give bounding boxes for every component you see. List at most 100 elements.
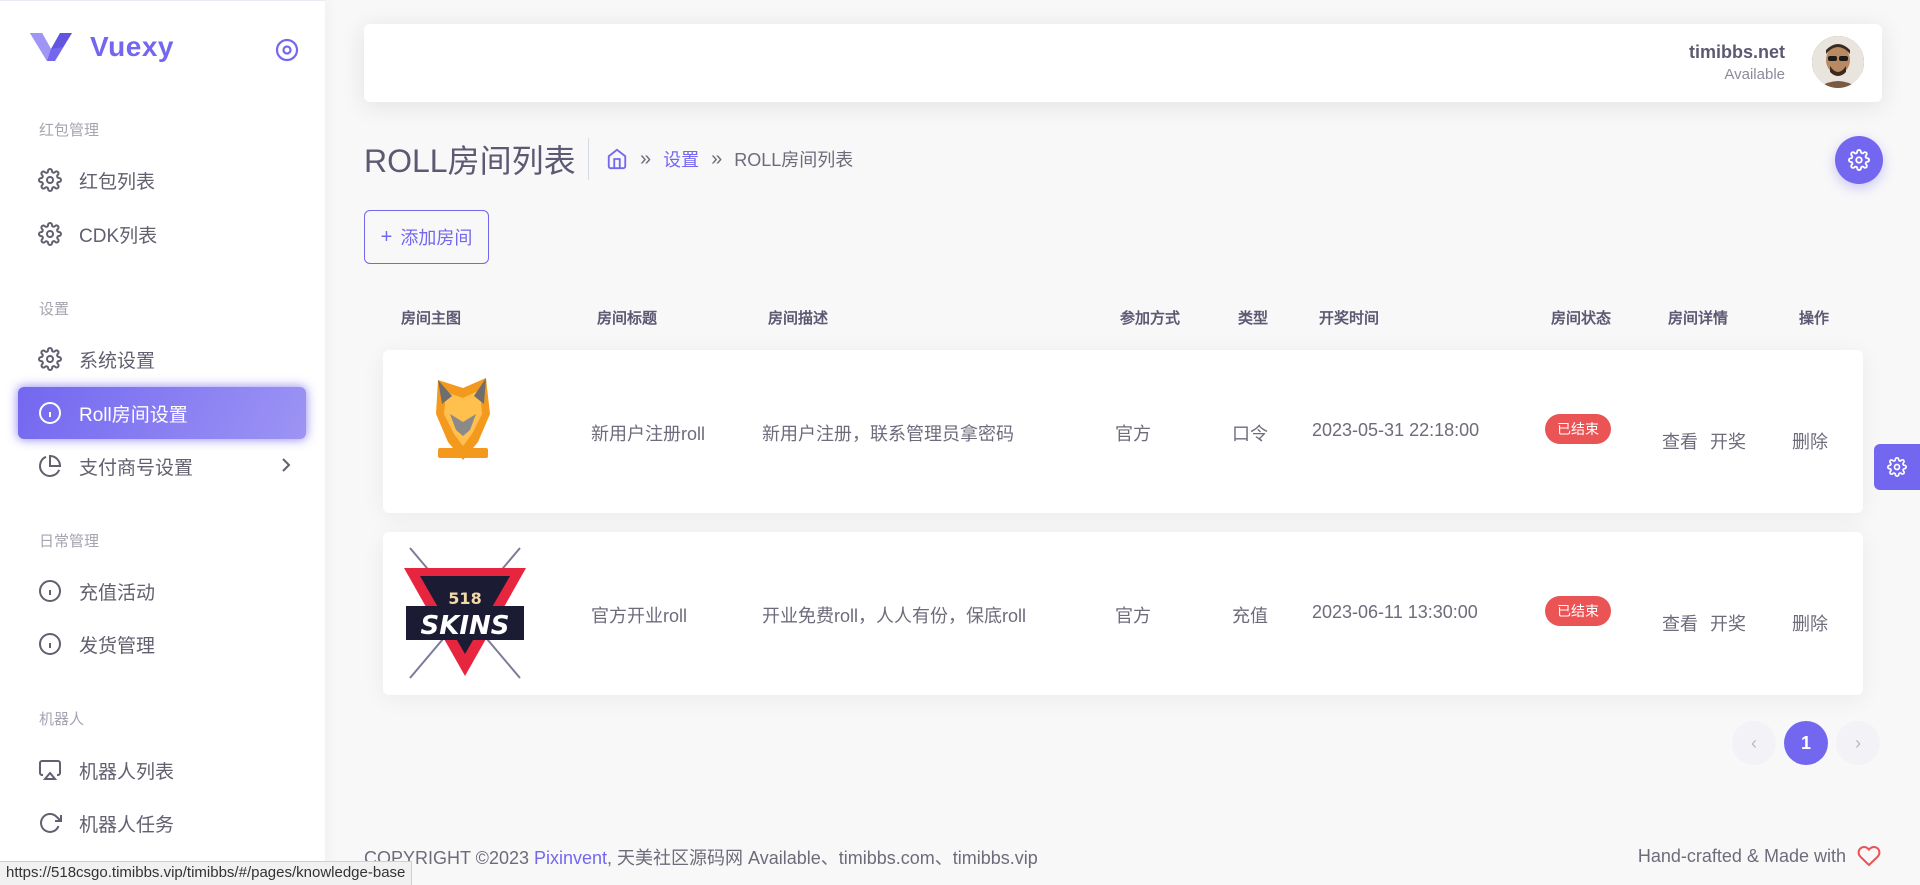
- settings-button[interactable]: [1835, 136, 1883, 184]
- sidebar-item-robot-task[interactable]: 机器人任务: [18, 797, 306, 849]
- brand-name: Vuexy: [90, 31, 174, 62]
- page-title: ROLL房间列表: [364, 143, 576, 179]
- nav-header-settings: 设置: [39, 301, 70, 318]
- nav-header-redpacket: 红包管理: [39, 122, 100, 139]
- pagination-page-1[interactable]: 1: [1784, 721, 1828, 765]
- sidebar-item-label: 机器人任务: [79, 814, 175, 836]
- gear-icon: [37, 221, 63, 247]
- th-room-status: 房间状态: [1551, 310, 1612, 327]
- logo-text-skins: SKINS: [420, 611, 509, 641]
- sidebar-item-roll-room-settings[interactable]: Roll房间设置: [18, 387, 306, 439]
- vuexy-logo-icon: [30, 33, 72, 61]
- brand[interactable]: Vuexy: [28, 29, 174, 65]
- breadcrumb: » 设置 » ROLL房间列表: [606, 146, 853, 172]
- sidebar-item-recharge-activity[interactable]: 充值活动: [18, 565, 306, 617]
- sidebar-item-label: 充值活动: [79, 582, 156, 604]
- info-icon: [37, 578, 63, 604]
- logo-text-518: 518: [448, 589, 481, 608]
- th-room-details: 房间详情: [1668, 310, 1729, 327]
- sidebar-item-label: 发货管理: [79, 635, 156, 657]
- user-status: Available: [1724, 66, 1785, 83]
- airplay-icon: [37, 757, 63, 783]
- room-desc: 新用户注册，联系管理员拿密码: [762, 424, 1014, 444]
- sidebar-item-shipping[interactable]: 发货管理: [18, 618, 306, 670]
- nav-header-daily: 日常管理: [39, 533, 100, 550]
- pagination-prev[interactable]: ‹: [1732, 721, 1776, 765]
- user-name[interactable]: timibbs.net: [1689, 42, 1785, 63]
- sidebar-item-system-settings[interactable]: 系统设置: [18, 333, 306, 385]
- sidebar-item-label: CDK列表: [79, 225, 158, 247]
- sidebar-item-label: 红包列表: [79, 171, 156, 193]
- sidebar: Vuexy 红包管理 红包列表 CDK列表 设置 系统设置 Roll房间设置 支…: [0, 0, 325, 885]
- sidebar-item-label: 支付商号设置: [79, 457, 194, 479]
- th-join-method: 参加方式: [1120, 310, 1181, 327]
- th-actions: 操作: [1799, 310, 1830, 327]
- table-row: 新用户注册roll 新用户注册，联系管理员拿密码 官方 口令 2023-05-3…: [383, 350, 1863, 513]
- th-draw-time: 开奖时间: [1319, 310, 1380, 327]
- th-room-title: 房间标题: [597, 310, 658, 327]
- room-thumbnail-518skins: 518 SKINS: [404, 547, 526, 679]
- draw-link[interactable]: 开奖: [1710, 610, 1746, 636]
- breadcrumb-current: ROLL房间列表: [734, 150, 854, 170]
- sidebar-item-cdk-list[interactable]: CDK列表: [18, 208, 306, 260]
- gear-icon: [37, 346, 63, 372]
- sidebar-item-robot-list[interactable]: 机器人列表: [18, 744, 306, 796]
- customizer-toggle[interactable]: [1874, 444, 1920, 490]
- top-navbar: timibbs.net Available: [364, 24, 1882, 102]
- refresh-icon: [37, 810, 63, 836]
- breadcrumb-separator: »: [711, 147, 723, 170]
- pie-chart-icon: [37, 453, 63, 479]
- sidebar-item-redpacket-list[interactable]: 红包列表: [18, 154, 306, 206]
- sidebar-item-label: Roll房间设置: [79, 404, 188, 426]
- avatar[interactable]: [1812, 36, 1864, 88]
- room-thumbnail-fox: [436, 378, 490, 460]
- view-link[interactable]: 查看: [1662, 610, 1698, 636]
- nav-header-robot: 机器人: [39, 711, 85, 728]
- gear-icon: [1887, 457, 1907, 477]
- add-room-button[interactable]: + 添加房间: [364, 210, 489, 264]
- room-type: 口令: [1232, 424, 1268, 444]
- chevron-right-icon: [282, 458, 291, 472]
- room-desc: 开业免费roll，人人有份，保底roll: [762, 606, 1027, 626]
- sidebar-item-label: 系统设置: [79, 350, 156, 372]
- add-room-label: 添加房间: [400, 228, 473, 248]
- join-method: 官方: [1115, 424, 1151, 444]
- gear-icon: [1848, 149, 1870, 171]
- room-title: 新用户注册roll: [591, 424, 706, 444]
- breadcrumb-separator: »: [640, 147, 652, 170]
- avatar-image: [1812, 36, 1864, 88]
- draw-link[interactable]: 开奖: [1710, 428, 1746, 454]
- title-divider: [588, 138, 589, 180]
- pagination-next[interactable]: ›: [1836, 721, 1880, 765]
- th-type: 类型: [1238, 310, 1269, 327]
- breadcrumb-parent-link[interactable]: 设置: [663, 146, 699, 172]
- info-icon: [37, 631, 63, 657]
- th-room-desc: 房间描述: [768, 310, 829, 327]
- status-badge: 已结束: [1545, 596, 1611, 626]
- collapse-toggle-icon[interactable]: [274, 37, 300, 63]
- join-method: 官方: [1115, 606, 1151, 626]
- home-icon[interactable]: [606, 148, 628, 170]
- delete-link[interactable]: 删除: [1792, 610, 1828, 636]
- view-link[interactable]: 查看: [1662, 428, 1698, 454]
- footer-made-with-text: Hand-crafted & Made with: [1637, 845, 1846, 866]
- sidebar-item-label: 机器人列表: [79, 761, 175, 783]
- footer-copyright: COPYRIGHT ©2023 Pixinvent, 天美社区源码网 Avail…: [364, 844, 1038, 870]
- th-room-image: 房间主图: [401, 310, 462, 327]
- plus-icon: +: [380, 225, 393, 248]
- delete-link[interactable]: 删除: [1792, 428, 1828, 454]
- status-badge: 已结束: [1545, 414, 1611, 444]
- gear-icon: [37, 167, 63, 193]
- room-type: 充值: [1232, 606, 1268, 626]
- room-title: 官方开业roll: [591, 606, 688, 626]
- browser-status-url: https://518csgo.timibbs.vip/timibbs/#/pa…: [0, 861, 413, 885]
- info-icon: [37, 400, 63, 426]
- draw-time: 2023-06-11 13:30:00: [1312, 602, 1478, 622]
- sidebar-item-payment-settings[interactable]: 支付商号设置: [18, 440, 306, 492]
- footer-brand-link[interactable]: Pixinvent: [534, 848, 607, 868]
- draw-time: 2023-05-31 22:18:00: [1312, 420, 1480, 440]
- heart-icon: [1857, 846, 1881, 867]
- footer-made-with: Hand-crafted & Made with: [1638, 844, 1882, 868]
- table-row: 518 SKINS 官方开业roll 开业免费roll，人人有份，保底roll …: [383, 532, 1863, 695]
- footer-copyright-rest: , 天美社区源码网 Available、timibbs.com、timibbs.…: [607, 848, 1038, 868]
